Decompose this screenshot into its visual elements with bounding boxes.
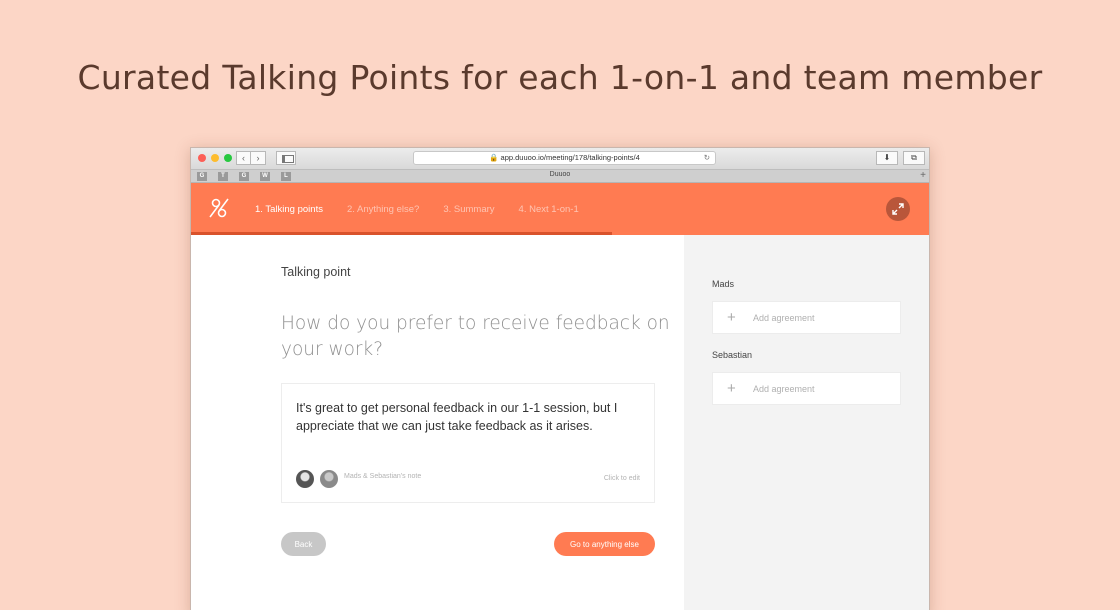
tab-title[interactable]: Duuoo <box>191 171 929 178</box>
add-agreement-sebastian[interactable]: + Add agreement <box>712 372 901 405</box>
avatar-mads <box>296 470 314 488</box>
browser-window: ‹ › 🔒 app.duuoo.io/meeting/178/talking-po… <box>190 147 930 610</box>
minimize-window-button[interactable] <box>211 154 219 162</box>
back-arrow-icon[interactable]: ‹ <box>236 151 251 165</box>
step-summary[interactable]: 3. Summary <box>443 204 494 215</box>
avatar-sebastian <box>320 470 338 488</box>
tabs-overview-icon[interactable]: ⧉ <box>903 151 925 165</box>
agreements-panel: Mads + Add agreement Sebastian + Add agr… <box>684 235 929 610</box>
app-header: 1. Talking points 2. Anything else? 3. S… <box>191 183 929 235</box>
forward-arrow-icon[interactable]: › <box>251 151 266 165</box>
download-icon[interactable]: ⬇ <box>876 151 898 165</box>
add-agreement-placeholder: Add agreement <box>753 384 815 394</box>
expand-icon[interactable] <box>886 197 910 221</box>
agreement-person-sebastian: Sebastian <box>712 350 753 360</box>
tab-bar: G T G W L Duuoo + <box>191 170 929 183</box>
meeting-content: Talking point How do you prefer to recei… <box>191 235 929 610</box>
sidebar-toggle-icon[interactable] <box>276 151 296 165</box>
shared-note-card[interactable]: It's great to get personal feedback in o… <box>281 383 655 503</box>
talking-point-question: How do you prefer to receive feedback on… <box>281 313 670 360</box>
step-anything-else[interactable]: 2. Anything else? <box>347 204 419 215</box>
step-talking-points[interactable]: 1. Talking points <box>255 204 323 215</box>
go-to-anything-else-button[interactable]: Go to anything else <box>554 532 655 556</box>
note-author: Mads & Sebastian's note <box>344 473 422 480</box>
add-agreement-placeholder: Add agreement <box>753 313 815 323</box>
click-to-edit-link[interactable]: Click to edit <box>604 475 640 482</box>
step-next-1on1[interactable]: 4. Next 1-on-1 <box>519 204 579 215</box>
browser-toolbar: ‹ › 🔒 app.duuoo.io/meeting/178/talking-po… <box>191 148 929 170</box>
lock-icon: 🔒 <box>489 153 499 162</box>
zoom-window-button[interactable] <box>224 154 232 162</box>
talking-point-panel: Talking point How do you prefer to recei… <box>191 235 684 610</box>
url-text: app.duuoo.io/meeting/178/talking-points/… <box>500 153 640 162</box>
meeting-steps: 1. Talking points 2. Anything else? 3. S… <box>255 183 579 235</box>
new-tab-icon[interactable]: + <box>920 170 926 182</box>
duuoo-logo-icon[interactable] <box>208 197 230 219</box>
close-window-button[interactable] <box>198 154 206 162</box>
talking-point-heading: Talking point <box>281 265 351 279</box>
plus-icon: + <box>727 309 736 326</box>
window-controls <box>198 154 232 162</box>
page-headline: Curated Talking Points for each 1-on-1 a… <box>77 58 1043 97</box>
agreement-person-mads: Mads <box>712 279 735 289</box>
address-bar[interactable]: 🔒 app.duuoo.io/meeting/178/talking-points… <box>413 151 716 165</box>
back-button[interactable]: Back <box>281 532 326 556</box>
plus-icon: + <box>727 380 736 397</box>
reload-icon[interactable]: ↻ <box>704 152 710 164</box>
note-text: It's great to get personal feedback in o… <box>296 401 618 433</box>
add-agreement-mads[interactable]: + Add agreement <box>712 301 901 334</box>
